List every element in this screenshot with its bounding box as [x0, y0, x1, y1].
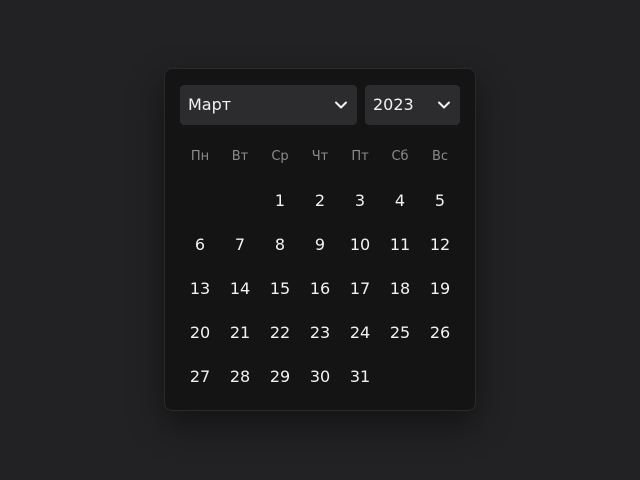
calendar-day[interactable]: 19: [420, 267, 460, 311]
weekday-label: Вт: [231, 149, 249, 164]
weekday-label: Пн: [190, 149, 210, 164]
calendar-day[interactable]: 31: [340, 355, 380, 399]
calendar-day[interactable]: 25: [380, 311, 420, 355]
calendar-day[interactable]: 24: [340, 311, 380, 355]
chevron-down-icon: [334, 99, 348, 111]
calendar-day[interactable]: 28: [220, 355, 260, 399]
calendar-day-grid: 1 2 3 4 5 6 7 8 9 10 11 12 13 14 15 16 17 18 19 20 21 22 23 24 2…: [180, 179, 460, 399]
calendar-day[interactable]: 5: [420, 179, 460, 223]
calendar-day[interactable]: 10: [340, 223, 380, 267]
calendar-day[interactable]: 21: [220, 311, 260, 355]
weekday-label: Пт: [351, 149, 369, 164]
calendar-day[interactable]: 11: [380, 223, 420, 267]
calendar-day[interactable]: 7: [220, 223, 260, 267]
month-select-value: Март: [188, 95, 232, 114]
calendar-day[interactable]: 20: [180, 311, 220, 355]
chevron-down-icon: [437, 99, 451, 111]
calendar-day[interactable]: 27: [180, 355, 220, 399]
calendar-empty-cell: [180, 179, 220, 223]
calendar-day[interactable]: 13: [180, 267, 220, 311]
weekday-label: Сб: [391, 149, 409, 164]
calendar-day[interactable]: 15: [260, 267, 300, 311]
calendar-day[interactable]: 9: [300, 223, 340, 267]
calendar-day[interactable]: 30: [300, 355, 340, 399]
calendar-empty-cell: [220, 179, 260, 223]
weekday-header: Пн Вт Ср Чт Пт Сб Вс: [180, 147, 460, 167]
calendar-day[interactable]: 6: [180, 223, 220, 267]
calendar-day[interactable]: 17: [340, 267, 380, 311]
calendar-day[interactable]: 2: [300, 179, 340, 223]
month-select[interactable]: Март: [180, 85, 357, 125]
calendar-day[interactable]: 3: [340, 179, 380, 223]
calendar-day[interactable]: 14: [220, 267, 260, 311]
calendar-day[interactable]: 4: [380, 179, 420, 223]
weekday-label: Вс: [431, 149, 449, 164]
date-picker: Март 2023 Пн Вт Ср Чт Пт Сб Вс 123456789…: [164, 68, 476, 411]
calendar-day[interactable]: 26: [420, 311, 460, 355]
calendar-day[interactable]: 22: [260, 311, 300, 355]
calendar-day[interactable]: 12: [420, 223, 460, 267]
calendar-day[interactable]: 1: [260, 179, 300, 223]
calendar-day[interactable]: 23: [300, 311, 340, 355]
calendar-day[interactable]: 18: [380, 267, 420, 311]
weekday-label: Ср: [271, 149, 289, 164]
year-select[interactable]: 2023: [365, 85, 460, 125]
calendar-empty-cell: [380, 355, 420, 399]
year-select-value: 2023: [373, 95, 414, 114]
calendar-day[interactable]: 8: [260, 223, 300, 267]
calendar-day[interactable]: 29: [260, 355, 300, 399]
calendar-day[interactable]: 16: [300, 267, 340, 311]
calendar-empty-cell: [420, 355, 460, 399]
weekday-label: Чт: [311, 149, 329, 164]
